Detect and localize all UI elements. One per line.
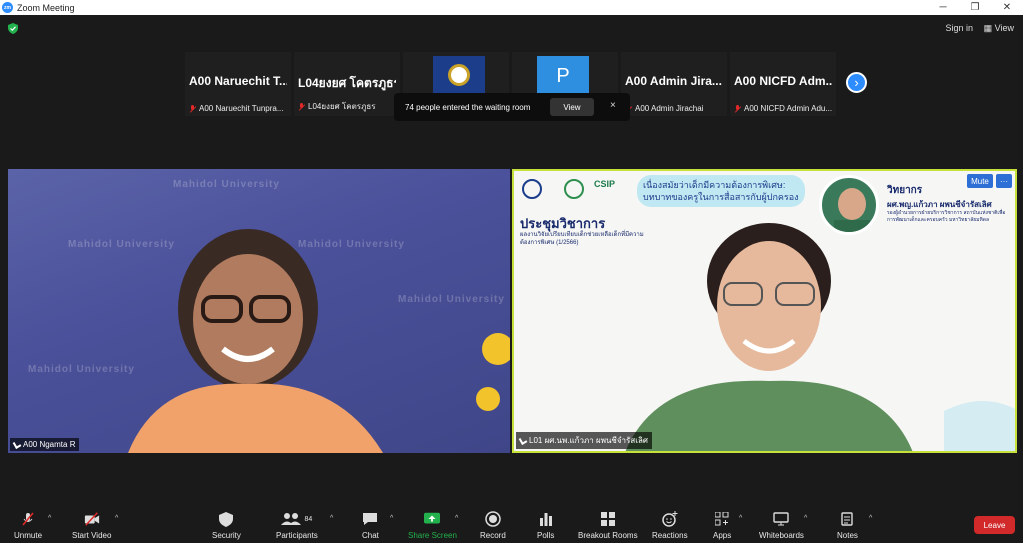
unmute-button[interactable]: Unmute: [14, 511, 42, 540]
maximize-icon[interactable]: ❐: [959, 0, 991, 15]
security-button[interactable]: Security: [212, 511, 241, 540]
participant-name: A00 Ngamta R: [23, 440, 76, 449]
shield-icon: [218, 511, 234, 527]
share-screen-label: Share Screen: [408, 531, 457, 540]
mic-muted-icon: [20, 511, 36, 527]
speaker-video-feed: [128, 229, 510, 453]
apps-button[interactable]: Apps: [713, 511, 731, 540]
close-icon[interactable]: ✕: [991, 0, 1023, 15]
waiting-room-notification: 74 people entered the waiting room View …: [394, 93, 630, 121]
minimize-icon[interactable]: ─: [927, 0, 959, 15]
meeting-toolbar: Unmute ^ Start Video ^ Security 84 Parti…: [0, 505, 1023, 543]
start-video-button[interactable]: Start Video: [72, 511, 111, 540]
chat-chevron-icon[interactable]: ^: [390, 515, 393, 522]
participant-name: A00 Admin Jirachai: [635, 104, 704, 113]
polls-button[interactable]: Polls: [537, 511, 554, 540]
view-waiting-room-button[interactable]: View: [550, 98, 594, 116]
participant-tile[interactable]: A00 Admin Jira... A00 Admin Jirachai: [621, 52, 727, 116]
mic-muted-icon: [298, 102, 305, 111]
participant-display-name: A00 NICFD Adm...: [734, 74, 832, 88]
university-seal-icon: [448, 64, 470, 86]
participants-icon: 84: [277, 511, 317, 527]
zoom-logo-icon: zm: [2, 2, 13, 13]
participant-name: A00 Naruechit Tunpra...: [199, 104, 284, 113]
participants-count: 84: [304, 515, 313, 523]
share-screen-icon: [424, 511, 441, 527]
chat-label: Chat: [362, 531, 379, 540]
security-label: Security: [212, 531, 241, 540]
view-button[interactable]: ▦ View: [984, 23, 1014, 34]
smiley-plus-icon: [662, 511, 678, 527]
window-titlebar: zm Zoom Meeting ─ ❐ ✕: [0, 0, 1023, 15]
reactions-label: Reactions: [652, 531, 688, 540]
chat-button[interactable]: Chat: [362, 511, 379, 540]
meeting-topbar: Sign in ▦ View: [0, 15, 1023, 43]
breakout-rooms-label: Breakout Rooms: [578, 531, 638, 540]
apps-icon: [714, 511, 730, 527]
record-icon: [485, 511, 501, 527]
participant-tile[interactable]: L04ยงยศ โคตรภูธร L04ยงยศ โคตรภูธร: [294, 52, 400, 116]
participant-display-name: A00 Admin Jira...: [625, 74, 722, 88]
audio-options-chevron-icon[interactable]: ^: [48, 515, 51, 522]
share-chevron-icon[interactable]: ^: [455, 515, 458, 522]
unmute-label: Unmute: [14, 531, 43, 540]
participant-display-name: A00 Naruechit T...: [189, 74, 287, 88]
participant-name: L01 ผศ.นพ.แก้วภา ผพนชีจำรัสเลิศ: [529, 436, 648, 445]
notes-icon: [839, 511, 855, 527]
participant-tile[interactable]: A00 Naruechit T... A00 Naruechit Tunpra.…: [185, 52, 291, 116]
waiting-room-message: 74 people entered the waiting room: [405, 102, 531, 112]
university-logo: [433, 56, 485, 94]
participant-name-tag: A00 Ngamta R: [10, 438, 80, 451]
pin-icon: [12, 439, 22, 450]
whiteboard-icon: [773, 511, 790, 527]
close-icon[interactable]: ×: [610, 100, 616, 111]
participants-button[interactable]: 84 Participants: [276, 511, 318, 540]
video-options-chevron-icon[interactable]: ^: [115, 515, 118, 522]
notes-chevron-icon[interactable]: ^: [869, 515, 872, 522]
chat-bubble-icon: [362, 511, 378, 527]
mic-muted-icon: [189, 104, 196, 113]
whiteboards-button[interactable]: Whiteboards: [759, 511, 804, 540]
record-label: Record: [480, 531, 506, 540]
next-page-icon[interactable]: ›: [846, 72, 867, 93]
participant-name-tag: L01 ผศ.นพ.แก้วภา ผพนชีจำรัสเลิศ: [516, 432, 652, 449]
polls-icon: [538, 511, 554, 527]
notes-label: Notes: [837, 531, 858, 540]
video-off-icon: [84, 511, 100, 527]
window-title: Zoom Meeting: [17, 2, 75, 13]
breakout-rooms-icon: [600, 511, 616, 527]
encryption-shield-icon[interactable]: [8, 23, 18, 34]
mic-muted-icon: [734, 104, 741, 113]
speaker-video-feed: [625, 223, 1015, 451]
whiteboards-chevron-icon[interactable]: ^: [804, 515, 807, 522]
video-tile-right-active-speaker[interactable]: CSIP เนื่องสมัยว่าเด็กมีความต้องการพิเศษ…: [512, 169, 1017, 453]
sign-in-button[interactable]: Sign in: [945, 23, 973, 33]
polls-label: Polls: [537, 531, 555, 540]
notes-button[interactable]: Notes: [837, 511, 858, 540]
participant-name: L04ยงยศ โคตรภูธร: [308, 102, 376, 111]
reactions-button[interactable]: Reactions: [652, 511, 688, 540]
apps-label: Apps: [713, 531, 732, 540]
video-tile-left[interactable]: Mahidol University Mahidol University Ma…: [8, 169, 510, 453]
participant-name: A00 NICFD Admin Adu...: [744, 104, 833, 113]
breakout-rooms-button[interactable]: Breakout Rooms: [578, 511, 638, 540]
grid-icon: ▦: [983, 23, 995, 33]
participants-label: Participants: [276, 531, 318, 540]
whiteboards-label: Whiteboards: [759, 531, 804, 540]
start-video-label: Start Video: [72, 531, 112, 540]
participants-chevron-icon[interactable]: ^: [330, 515, 333, 522]
pin-icon: [518, 435, 528, 446]
record-button[interactable]: Record: [480, 511, 506, 540]
participant-tile[interactable]: A00 NICFD Adm... A00 NICFD Admin Adu...: [730, 52, 836, 116]
participant-display-name: L04ยงยศ โคตรภูธร: [298, 76, 396, 90]
view-label: View: [994, 23, 1014, 33]
apps-chevron-icon[interactable]: ^: [739, 515, 742, 522]
leave-button[interactable]: Leave: [974, 516, 1015, 534]
participant-avatar: P: [537, 56, 589, 96]
share-screen-button[interactable]: Share Screen: [408, 511, 457, 540]
